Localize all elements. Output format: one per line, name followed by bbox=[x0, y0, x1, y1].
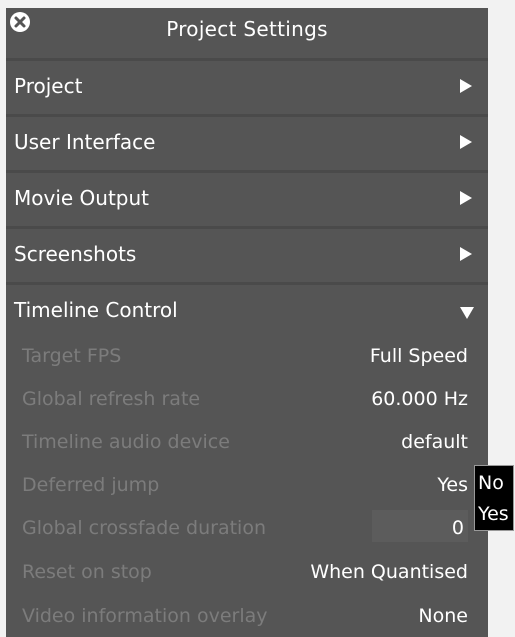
setting-label: Global refresh rate bbox=[22, 388, 201, 410]
setting-value[interactable]: None bbox=[418, 594, 468, 637]
crossfade-duration-input[interactable]: 0 bbox=[372, 510, 468, 542]
setting-value[interactable]: Yes bbox=[437, 463, 468, 507]
setting-label: Timeline audio device bbox=[22, 431, 230, 453]
setting-row-video-information-overlay[interactable]: Video information overlay None bbox=[6, 594, 488, 637]
section-timeline-control[interactable]: Timeline Control bbox=[6, 282, 488, 335]
section-screenshots[interactable]: Screenshots bbox=[6, 226, 488, 279]
triangle-right-icon bbox=[460, 190, 472, 205]
section-user-interface[interactable]: User Interface bbox=[6, 114, 488, 167]
setting-row-deferred-jump[interactable]: Deferred jump Yes bbox=[6, 463, 488, 507]
setting-value[interactable]: default bbox=[401, 420, 468, 464]
close-icon[interactable] bbox=[9, 11, 31, 33]
triangle-down-icon bbox=[460, 304, 474, 319]
crossfade-duration-value: 0 bbox=[451, 517, 464, 539]
triangle-right-icon bbox=[460, 134, 472, 149]
section-label: Movie Output bbox=[14, 186, 150, 210]
setting-value[interactable]: Full Speed bbox=[370, 334, 468, 378]
section-label: User Interface bbox=[14, 130, 156, 154]
setting-row-timeline-audio-device[interactable]: Timeline audio device default bbox=[6, 420, 488, 464]
setting-row-global-refresh-rate[interactable]: Global refresh rate 60.000 Hz bbox=[6, 377, 488, 421]
setting-label: Global crossfade duration bbox=[22, 517, 266, 539]
window-title: Project Settings bbox=[166, 17, 328, 41]
setting-row-global-crossfade-duration[interactable]: Global crossfade duration 0 bbox=[6, 506, 488, 550]
setting-label: Deferred jump bbox=[22, 474, 160, 496]
setting-row-target-fps[interactable]: Target FPS Full Speed bbox=[6, 334, 488, 378]
setting-label: Video information overlay bbox=[22, 605, 268, 627]
triangle-right-icon bbox=[460, 246, 472, 261]
setting-label: Target FPS bbox=[22, 345, 122, 367]
setting-value[interactable]: When Quantised bbox=[310, 550, 468, 594]
section-label: Timeline Control bbox=[14, 298, 178, 322]
dropdown-option-no[interactable]: No bbox=[478, 471, 504, 495]
dropdown-option-yes[interactable]: Yes bbox=[478, 502, 509, 526]
setting-row-reset-on-stop[interactable]: Reset on stop When Quantised bbox=[6, 550, 488, 594]
section-label: Project bbox=[14, 74, 83, 98]
section-label: Screenshots bbox=[14, 242, 137, 266]
section-project[interactable]: Project bbox=[6, 58, 488, 111]
setting-value[interactable]: 60.000 Hz bbox=[371, 377, 468, 421]
project-settings-panel: Project Settings Project User Interface … bbox=[6, 8, 488, 637]
deferred-jump-dropdown: No Yes bbox=[474, 465, 514, 531]
title-bar: Project Settings bbox=[6, 8, 488, 50]
section-movie-output[interactable]: Movie Output bbox=[6, 170, 488, 223]
triangle-right-icon bbox=[460, 78, 472, 93]
setting-label: Reset on stop bbox=[22, 561, 152, 583]
